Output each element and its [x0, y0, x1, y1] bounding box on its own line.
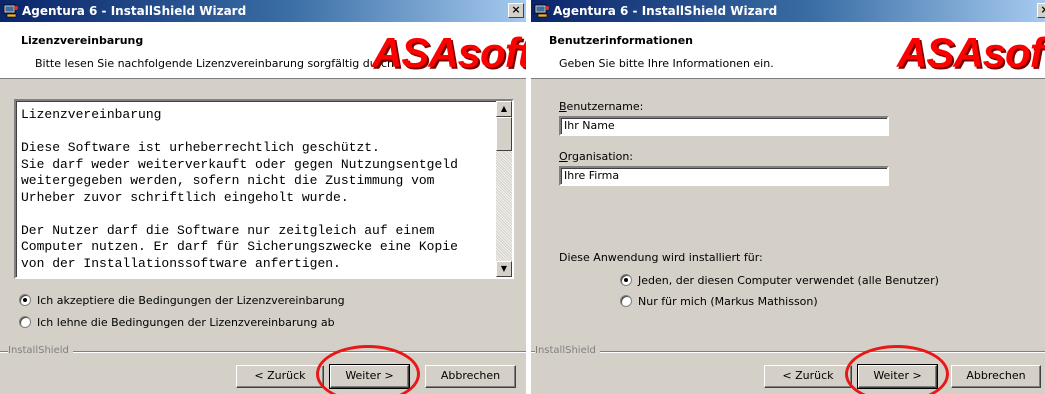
- page-title: Lizenzvereinbarung: [21, 34, 144, 47]
- install-only-me-radio[interactable]: Nur für mich (Markus Mathisson): [620, 295, 818, 308]
- install-all-users-radio[interactable]: Jeden, der diesen Computer verwendet (al…: [620, 274, 939, 287]
- close-icon[interactable]: ×: [508, 3, 524, 18]
- organisation-input[interactable]: Ihre Firma: [559, 166, 889, 186]
- scroll-up-arrow-icon[interactable]: ▲: [496, 101, 512, 117]
- install-all-users-label: Jeden, der diesen Computer verwendet (al…: [638, 274, 939, 287]
- username-label: Benutzername:: [559, 100, 644, 113]
- organisation-label: Organisation:: [559, 150, 634, 163]
- page-subtitle: Geben Sie bitte Ihre Informationen ein.: [559, 57, 774, 70]
- page-subtitle: Bitte lesen Sie nachfolgende Lizenzverei…: [35, 57, 398, 70]
- asasoft-logo: ASAsoft: [897, 29, 1045, 76]
- radio-selected-icon[interactable]: [19, 294, 31, 306]
- window-title: Agentura 6 - InstallShield Wizard: [22, 4, 247, 18]
- username-input[interactable]: Ihr Name: [559, 116, 889, 136]
- window-title: Agentura 6 - InstallShield Wizard: [553, 4, 778, 18]
- footer-separator: [531, 351, 1045, 353]
- install-for-label: Diese Anwendung wird installiert für:: [559, 251, 763, 264]
- license-text-box[interactable]: Lizenzvereinbarung Diese Software ist ur…: [14, 99, 514, 279]
- title-bar[interactable]: Agentura 6 - InstallShield Wizard ×: [531, 0, 1045, 22]
- decline-license-radio[interactable]: Ich lehne die Bedingungen der Lizenzvere…: [19, 316, 335, 329]
- close-icon[interactable]: ×: [1037, 3, 1045, 18]
- installer-computer-icon: [534, 4, 549, 18]
- highlight-ellipse: [845, 345, 949, 394]
- radio-unselected-icon[interactable]: [19, 316, 31, 328]
- license-dialog-window: Agentura 6 - InstallShield Wizard × Lize…: [0, 0, 526, 394]
- install-only-me-label: Nur für mich (Markus Mathisson): [638, 295, 818, 308]
- accept-license-label: Ich akzeptiere die Bedingungen der Lizen…: [37, 294, 345, 307]
- radio-unselected-icon[interactable]: [620, 295, 632, 307]
- back-button[interactable]: < Zurück: [236, 365, 324, 388]
- back-button[interactable]: < Zurück: [764, 365, 852, 388]
- accept-license-radio[interactable]: Ich akzeptiere die Bedingungen der Lizen…: [19, 294, 345, 307]
- footer-separator: [0, 351, 526, 353]
- page-title: Benutzerinformationen: [549, 34, 694, 47]
- installshield-label: InstallShield: [8, 345, 73, 356]
- cancel-button[interactable]: Abbrechen: [425, 365, 516, 388]
- installer-computer-icon: [3, 4, 18, 18]
- decline-license-label: Ich lehne die Bedingungen der Lizenzvere…: [37, 316, 335, 329]
- scroll-thumb[interactable]: [496, 117, 512, 151]
- vertical-scrollbar[interactable]: ▲ ▼: [496, 101, 512, 277]
- user-info-dialog-window: Agentura 6 - InstallShield Wizard × Benu…: [531, 0, 1045, 394]
- scroll-down-arrow-icon[interactable]: ▼: [496, 261, 512, 277]
- cancel-button[interactable]: Abbrechen: [951, 365, 1041, 388]
- installshield-label: InstallShield: [535, 345, 600, 356]
- license-text: Lizenzvereinbarung Diese Software ist ur…: [21, 107, 458, 271]
- radio-selected-icon[interactable]: [620, 274, 632, 286]
- asasoft-logo: ASAsoft: [372, 29, 526, 76]
- title-bar[interactable]: Agentura 6 - InstallShield Wizard ×: [0, 0, 526, 22]
- wizard-header: Lizenzvereinbarung Bitte lesen Sie nachf…: [0, 22, 526, 79]
- highlight-ellipse: [316, 345, 420, 394]
- wizard-header: Benutzerinformationen Geben Sie bitte Ih…: [531, 22, 1045, 79]
